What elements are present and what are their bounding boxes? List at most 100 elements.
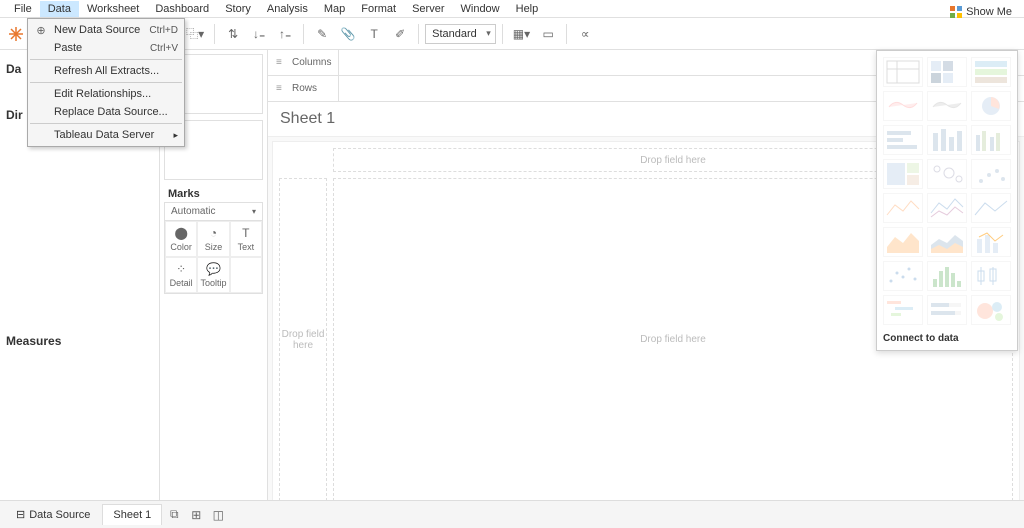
viz-type-pie[interactable] [971,91,1011,121]
marks-detail[interactable]: ⁘Detail [165,257,197,293]
menu-item-label: Edit Relationships... [54,88,151,100]
menu-file[interactable]: File [6,1,40,17]
viz-type-line-discrete[interactable] [927,193,967,223]
viz-type-treemap[interactable] [883,159,923,189]
menubar: File Data Worksheet Dashboard Story Anal… [0,0,1024,18]
new-worksheet-tab-icon[interactable]: ⧉ [164,505,184,525]
viz-type-dual-combination[interactable] [971,227,1011,257]
bottom-tabs: ⊟ Data Source Sheet 1 ⧉ ⊞ ◫ [0,500,1024,528]
viz-type-area-continuous[interactable] [883,227,923,257]
show-me-label: Show Me [966,6,1012,18]
viz-type-side-bar[interactable] [971,125,1011,155]
viz-type-map-filled[interactable] [927,91,967,121]
menu-worksheet[interactable]: Worksheet [79,1,147,17]
duplicate-icon[interactable]: ⿻▾ [182,22,208,46]
shortcut-label: Ctrl+D [149,25,178,36]
cylinder-icon: ⊟ [16,508,25,521]
drop-target-rows[interactable]: Drop field here [279,178,327,501]
cylinder-plus-icon: ⊕ [34,24,48,37]
menu-server[interactable]: Server [404,1,452,17]
viz-type-heat-map[interactable] [927,57,967,87]
shortcut-label: Ctrl+V [150,43,178,54]
menu-paste[interactable]: Paste Ctrl+V [28,39,184,57]
new-dashboard-tab-icon[interactable]: ⊞ [186,505,206,525]
menu-tableau-data-server[interactable]: Tableau Data Server ▸ [28,126,184,144]
marks-cell-label: Tooltip [200,278,226,288]
measures-header: Measures [6,334,153,348]
tab-sheet1[interactable]: Sheet 1 [102,504,162,525]
viz-type-side-circle[interactable] [971,159,1011,189]
menu-separator [30,123,182,124]
swap-icon[interactable]: ⇅ [221,22,245,46]
menu-story[interactable]: Story [217,1,259,17]
marks-color[interactable]: ⬤Color [165,221,197,257]
group-icon[interactable]: 📎 [336,22,360,46]
marks-title: Marks [164,186,263,202]
toolbar-divider [214,24,215,44]
show-me-footer: Connect to data [883,333,1011,344]
view-cards-icon[interactable]: ▦▾ [509,22,534,46]
tab-label: Sheet 1 [113,509,151,521]
menu-item-label: Paste [54,42,82,54]
menu-dashboard[interactable]: Dashboard [147,1,217,17]
menu-separator [30,59,182,60]
viz-type-dual-line[interactable] [971,193,1011,223]
viz-type-bullet[interactable] [927,295,967,325]
toolbar-divider [418,24,419,44]
marks-tooltip[interactable]: 💬 Tooltip [197,257,229,293]
tab-data-source[interactable]: ⊟ Data Source [6,504,100,525]
viz-type-area-discrete[interactable] [927,227,967,257]
highlight-icon[interactable]: ✎ [310,22,334,46]
marks-type-select[interactable]: Automatic [165,203,262,221]
viz-type-text-table[interactable] [883,57,923,87]
viz-type-highlight-table[interactable] [971,57,1011,87]
viz-type-gantt[interactable] [883,295,923,325]
viz-type-circle-view[interactable] [927,159,967,189]
tableau-logo-icon[interactable] [4,22,28,46]
viz-type-symbol-map[interactable] [883,91,923,121]
menu-edit-relationships[interactable]: Edit Relationships... [28,85,184,103]
labels-icon[interactable]: ✐ [388,22,412,46]
menu-item-label: Replace Data Source... [54,106,168,118]
size-icon: ◔ [200,226,226,240]
marks-empty [230,257,262,293]
tooltip-icon: 💬 [200,262,226,276]
tab-label: Data Source [29,509,90,521]
menu-refresh-extracts[interactable]: Refresh All Extracts... [28,62,184,80]
menu-map[interactable]: Map [316,1,353,17]
totals-icon[interactable]: T [362,22,386,46]
text-icon: T [233,226,259,240]
viz-type-scatter[interactable] [883,261,923,291]
menu-analysis[interactable]: Analysis [259,1,316,17]
menu-new-data-source[interactable]: ⊕ New Data Source Ctrl+D [28,21,184,39]
sort-asc-icon[interactable]: ↓₌ [247,22,271,46]
show-me-panel: Connect to data [876,50,1018,351]
sort-desc-icon[interactable]: ↑₌ [273,22,297,46]
rows-label: Rows [268,83,338,94]
viz-type-box-plot[interactable] [971,261,1011,291]
fit-select[interactable]: Standard [425,24,496,44]
viz-type-stacked-bar[interactable] [927,125,967,155]
data-dropdown-menu: ⊕ New Data Source Ctrl+D Paste Ctrl+V Re… [27,18,185,147]
new-story-tab-icon[interactable]: ◫ [208,505,228,525]
show-me-button[interactable]: Show Me [944,4,1018,20]
menu-data[interactable]: Data [40,1,79,17]
viz-type-line-continuous[interactable] [883,193,923,223]
menu-separator [30,82,182,83]
viz-type-packed-bubbles[interactable] [971,295,1011,325]
menu-replace-data-source[interactable]: Replace Data Source... [28,103,184,121]
detail-icon: ⁘ [168,262,194,276]
share-icon[interactable]: ∝ [573,22,597,46]
menu-help[interactable]: Help [508,1,547,17]
submenu-arrow-icon: ▸ [173,130,178,141]
fit-select-value: Standard [432,28,477,40]
presentation-icon[interactable]: ▭ [536,22,560,46]
menu-window[interactable]: Window [453,1,508,17]
viz-type-histogram[interactable] [927,261,967,291]
marks-size[interactable]: ◔Size [197,221,229,257]
marks-text[interactable]: T Text [230,221,262,257]
viz-type-hbar[interactable] [883,125,923,155]
marks-type-label: Automatic [171,206,215,217]
marks-cell-label: Text [238,242,255,252]
menu-format[interactable]: Format [353,1,404,17]
